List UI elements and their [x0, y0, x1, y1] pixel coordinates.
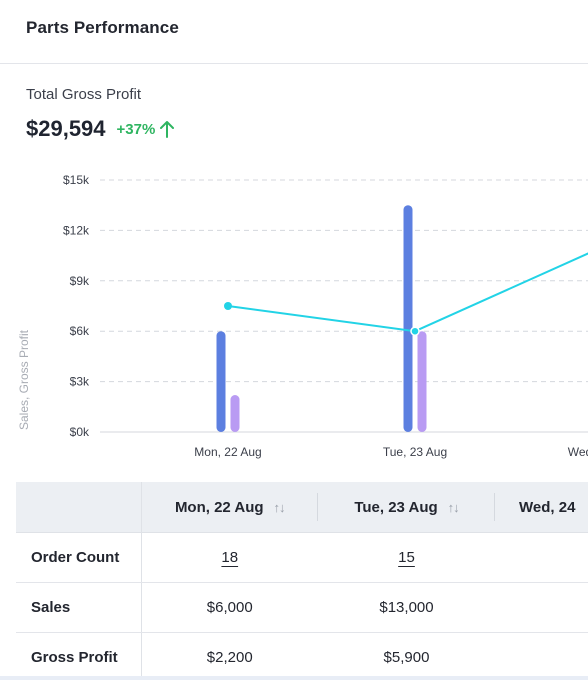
x-axis-ticks: Mon, 22 Aug Tue, 23 Aug Wed, 24 Aug [194, 445, 588, 459]
bottom-scroll-bar [0, 676, 588, 680]
metric-value: $29,594 [26, 116, 106, 141]
table-cell[interactable]: 18 [141, 532, 318, 583]
table-cell: $13,000 [318, 582, 495, 633]
sales-bar [403, 205, 413, 432]
header: Parts Performance [0, 0, 588, 64]
table-row: Gross Profit $2,200 $5,900 [16, 632, 588, 680]
arrow-up-icon [159, 120, 175, 138]
y-axis-ticks: $0k $3k $6k $9k $12k $15k [63, 173, 90, 439]
table-cell: $2,200 [141, 632, 318, 680]
sort-icon[interactable]: ↑↓ [448, 500, 460, 515]
table-cell [495, 532, 588, 583]
table-row: Sales $6,000 $13,000 [16, 582, 588, 633]
table-cell [495, 632, 588, 680]
row-label: Sales [16, 582, 142, 633]
y-tick-label: $0k [70, 425, 90, 439]
x-tick-label: Wed, 24 Aug [568, 445, 588, 459]
row-label: Gross Profit [16, 632, 142, 680]
table-cell[interactable]: 15 [318, 532, 495, 583]
table-header-row: Mon, 22 Aug ↑↓ Tue, 23 Aug ↑↓ Wed, 24 [16, 482, 588, 533]
column-header-label: Wed, 24 [519, 498, 576, 516]
table-cell [495, 582, 588, 633]
y-tick-label: $9k [70, 274, 90, 288]
sort-icon[interactable]: ↑↓ [274, 500, 286, 515]
grid-lines [100, 179, 588, 433]
sales-bar [216, 331, 226, 432]
x-tick-label: Tue, 23 Aug [383, 445, 447, 459]
row-label: Order Count [16, 532, 142, 583]
line-point [410, 326, 420, 336]
gross-profit-bar [230, 395, 240, 432]
page-title: Parts Performance [26, 18, 179, 37]
order-count-link[interactable]: 15 [398, 549, 415, 566]
x-tick-label: Mon, 22 Aug [194, 445, 261, 459]
column-header[interactable]: Mon, 22 Aug ↑↓ [141, 482, 318, 533]
y-tick-label: $15k [63, 173, 90, 187]
column-header-label: Tue, 23 Aug [354, 498, 438, 516]
gross-profit-bar [417, 331, 427, 432]
y-tick-label: $12k [63, 223, 90, 237]
order-count-link[interactable]: 18 [221, 549, 238, 566]
table-row: Order Count 18 15 [16, 532, 588, 583]
column-header[interactable]: Tue, 23 Aug ↑↓ [318, 482, 495, 533]
table-corner-cell [16, 482, 142, 533]
y-tick-label: $6k [70, 324, 90, 338]
metric-row: $29,594 +37% [26, 116, 175, 142]
y-tick-label: $3k [70, 375, 90, 389]
chart: $0k $3k $6k $9k $12k $15k Sales, Gross Profit… [17, 173, 588, 459]
table-cell: $6,000 [141, 582, 318, 633]
line-point [224, 302, 232, 310]
column-header-label: Mon, 22 Aug [174, 498, 264, 516]
data-table: Mon, 22 Aug ↑↓ Tue, 23 Aug ↑↓ Wed, 24 Or… [16, 482, 588, 680]
metric-label: Total Gross Profit [26, 86, 142, 103]
table-cell: $5,900 [318, 632, 495, 680]
y-axis-label: Sales, Gross Profit [17, 329, 31, 430]
column-header[interactable]: Wed, 24 [495, 482, 588, 533]
metric-change: +37% [116, 120, 156, 138]
